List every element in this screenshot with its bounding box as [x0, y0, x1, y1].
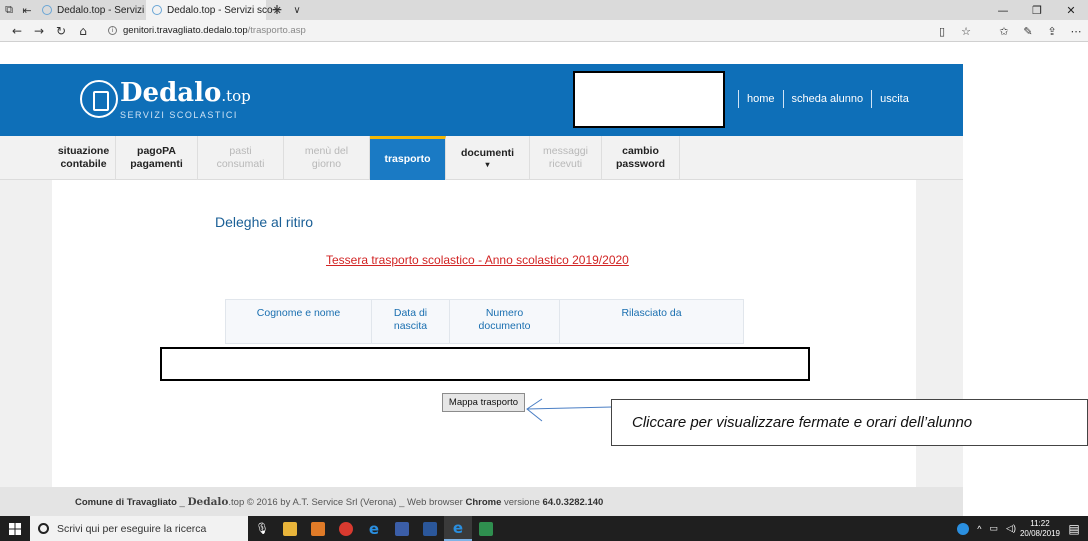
outlook-icon[interactable]	[304, 516, 332, 541]
menu-messaggi-ricevuti[interactable]: messaggi ricevuti	[530, 136, 602, 180]
menu-pagopa-pagamenti[interactable]: pagoPA pagamenti	[116, 136, 198, 180]
nav-uscita-link[interactable]: uscita	[880, 93, 909, 105]
pen-icon[interactable]: ✎	[1016, 20, 1040, 42]
cortana-icon	[38, 523, 49, 534]
url-path: /trasporto.asp	[247, 25, 306, 36]
favorite-star-icon[interactable]: ☆	[954, 20, 978, 42]
logo-emblem-icon	[80, 80, 118, 118]
menu-menu-del-giorno[interactable]: menù del giorno	[284, 136, 370, 180]
new-tab-button[interactable]: +	[266, 0, 288, 20]
col-data-nascita: Data di nascita	[372, 300, 450, 343]
favicon-icon	[42, 5, 52, 15]
page-title: Deleghe al ritiro	[215, 214, 314, 230]
help-icon[interactable]	[957, 522, 970, 535]
footer-text: Comune di Travagliato _ Dedalo.top © 201…	[75, 496, 604, 508]
main-menu: situazione contabile pagoPA pagamenti past…	[0, 136, 963, 180]
nav-scheda-alunno-link[interactable]: scheda alunno	[792, 93, 864, 105]
forward-arrow-icon[interactable]: →	[28, 20, 50, 42]
callout-arrow-icon	[526, 398, 613, 422]
browser-tab-bar: ⧉ ⇤ Dedalo.top - Servizi scolasti Dedalo…	[0, 0, 1088, 20]
share-icon[interactable]: ⇪	[1040, 20, 1064, 42]
notifications-icon[interactable]: ▤	[1060, 516, 1088, 541]
redacted-table-row	[160, 347, 810, 381]
tab-actions-icon[interactable]: ⧉	[0, 0, 18, 20]
edge-icon[interactable]: e	[444, 516, 472, 541]
back-arrow-icon[interactable]: ←	[6, 20, 28, 42]
menu-cambio-password[interactable]: cambio password	[602, 136, 680, 180]
address-bar: ← → ↻ ⌂ i genitori.travagliato.dedalo.to…	[0, 20, 1088, 42]
col-cognome-nome: Cognome e nome	[226, 300, 372, 343]
menu-documenti[interactable]: documenti ▾	[446, 136, 530, 180]
menu-situazione-contabile[interactable]: situazione contabile	[52, 136, 116, 180]
tab-title: Dedalo.top - Servizi sco	[167, 4, 273, 16]
favicon-icon	[152, 5, 162, 15]
browser-toolbar-right: ▯ ☆ ✩ ✎ ⇪ ⋯	[930, 20, 1088, 42]
microphone-icon[interactable]: 🎙	[248, 516, 276, 541]
footer-brand: Dedalo	[187, 496, 229, 508]
dedalo-logo[interactable]: Dedalo.top SERVIZI SCOLASTICI	[80, 76, 251, 122]
url-host: genitori.travagliato.dedalo.top	[123, 25, 248, 36]
minimize-icon[interactable]: —	[986, 0, 1020, 20]
footer-comune: Comune di Travagliato	[75, 497, 177, 508]
network-icon[interactable]: ▭	[990, 523, 999, 534]
favorites-hub-icon[interactable]: ✩	[992, 20, 1016, 42]
windows-taskbar: Scrivi qui per eseguire la ricerca 🎙 e e…	[0, 516, 1088, 541]
internet-explorer-icon[interactable]: e	[360, 516, 388, 541]
nav-home-link[interactable]: home	[747, 93, 775, 105]
clock-date: 20/08/2019	[1019, 528, 1060, 538]
excel-icon[interactable]	[472, 516, 500, 541]
col-numero-documento: Numero documento	[450, 300, 560, 343]
more-icon[interactable]: ⋯	[1064, 20, 1088, 42]
system-tray: ^ ▭ ◁) 11:22 20/08/2019 ▤	[953, 516, 1088, 541]
reading-view-icon[interactable]: ▯	[930, 20, 954, 42]
taskbar-search-input[interactable]: Scrivi qui per eseguire la ricerca	[30, 516, 248, 541]
info-icon[interactable]: i	[108, 26, 117, 35]
url-field[interactable]: i genitori.travagliato.dedalo.top/traspo…	[108, 25, 306, 36]
refresh-icon[interactable]: ↻	[50, 20, 72, 42]
site-header: Dedalo.top SERVIZI SCOLASTICI home sched…	[0, 64, 963, 136]
chrome-icon[interactable]	[332, 516, 360, 541]
volume-icon[interactable]: ◁)	[1006, 523, 1016, 534]
file-explorer-icon[interactable]	[276, 516, 304, 541]
browser-tab-2[interactable]: Dedalo.top - Servizi sco ✕	[146, 0, 282, 20]
tab-list-chevron-icon[interactable]: ∨	[288, 0, 306, 20]
mappa-trasporto-button[interactable]: Mappa trasporto	[442, 393, 525, 412]
home-icon[interactable]: ⌂	[72, 20, 94, 42]
top-nav: home scheda alunno uscita	[730, 90, 909, 108]
word-icon[interactable]	[416, 516, 444, 541]
window-controls: — ❐ ✕	[986, 0, 1088, 20]
site-footer: Comune di Travagliato _ Dedalo.top © 201…	[0, 487, 963, 516]
logo-subtitle: SERVIZI SCOLASTICI	[120, 109, 238, 120]
col-rilasciato-da: Rilasciato da	[621, 307, 682, 319]
restore-icon[interactable]: ❐	[1020, 0, 1054, 20]
app-icon[interactable]	[388, 516, 416, 541]
tray-chevron-icon[interactable]: ^	[977, 524, 981, 534]
callout-box: Cliccare per visualizzare fermate e orar…	[611, 399, 1088, 446]
search-placeholder: Scrivi qui per eseguire la ricerca	[57, 522, 207, 535]
callout-text: Cliccare per visualizzare fermate e orar…	[632, 414, 973, 431]
tab-aside-icon[interactable]: ⇤	[18, 0, 36, 20]
clock-time: 11:22	[1030, 518, 1050, 528]
close-window-icon[interactable]: ✕	[1054, 0, 1088, 20]
clock[interactable]: 11:22 20/08/2019	[1020, 519, 1060, 539]
logo-tld: .top	[221, 86, 251, 105]
browser-tab-1[interactable]: Dedalo.top - Servizi scolasti	[36, 0, 180, 20]
dropdown-caret-icon: ▾	[485, 159, 490, 169]
tessera-subtitle: Tessera trasporto scolastico - Anno scol…	[326, 253, 629, 267]
menu-trasporto[interactable]: trasporto	[370, 136, 446, 180]
menu-pasti-consumati[interactable]: pasti consumati	[198, 136, 284, 180]
redacted-user-box	[573, 71, 725, 128]
logo-name: Dedalo	[120, 77, 222, 108]
windows-start-icon[interactable]	[0, 516, 30, 541]
deleghe-table-header: Cognome e nome Data di nascita Numero do…	[225, 299, 744, 344]
